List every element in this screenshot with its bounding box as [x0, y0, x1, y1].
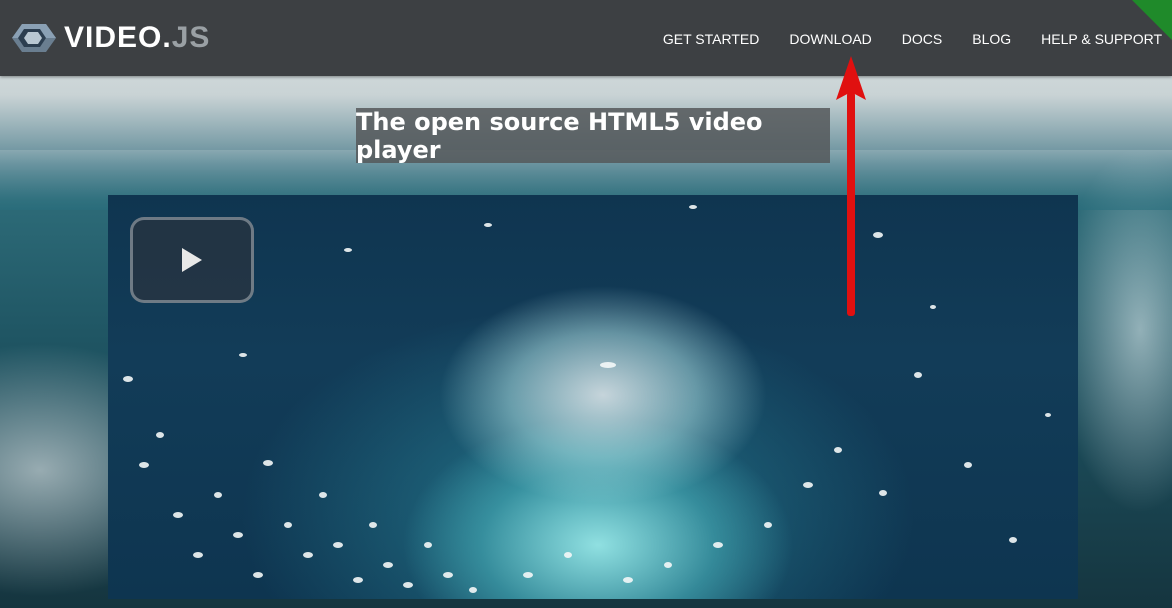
nav-get-started[interactable]: GET STARTED: [663, 30, 759, 48]
nav-download[interactable]: DOWNLOAD: [789, 30, 871, 48]
videojs-logo-icon: [12, 24, 56, 52]
nav-docs[interactable]: DOCS: [902, 30, 942, 48]
logo-wordmark: VIDEO.JS: [64, 20, 210, 56]
red-arrow-up-icon: [836, 56, 866, 316]
video-player[interactable]: [108, 195, 1078, 599]
logo-dot: .: [162, 21, 172, 54]
big-play-button[interactable]: [130, 217, 254, 303]
tagline-text: The open source HTML5 video player: [356, 107, 763, 164]
main-nav: GET STARTED DOWNLOAD DOCS BLOG HELP & SU…: [633, 30, 1162, 48]
site-header: VIDEO.JS GET STARTED DOWNLOAD DOCS BLOG …: [0, 0, 1172, 76]
videojs-logo[interactable]: VIDEO.JS: [10, 20, 210, 56]
play-icon: [182, 248, 202, 272]
logo-text: VIDEO: [64, 21, 163, 54]
nav-blog[interactable]: BLOG: [972, 30, 1011, 48]
hero-tagline: The open source HTML5 video player: [356, 107, 830, 164]
logo-suffix: JS: [171, 21, 211, 54]
corner-flag: [1132, 0, 1172, 40]
